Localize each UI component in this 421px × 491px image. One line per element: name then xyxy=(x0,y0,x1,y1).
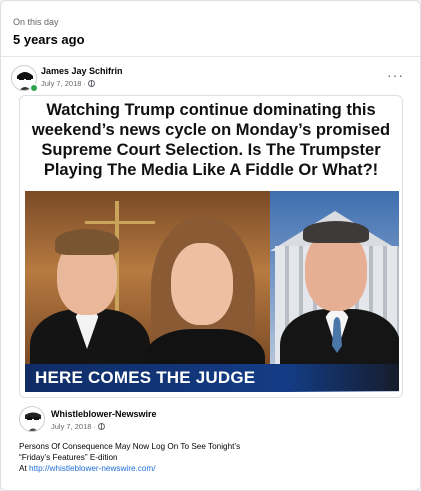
person-3-hair xyxy=(303,221,369,243)
image-banner: HERE COMES THE JUDGE xyxy=(25,364,399,392)
scales-of-justice-icon xyxy=(115,201,119,311)
banner-text: HERE COMES THE JUDGE xyxy=(35,368,256,387)
image-headline: Watching Trump continue dominating this … xyxy=(31,101,391,179)
shared-post-text: Persons Of Consequence May Now Log On To… xyxy=(19,441,399,474)
shared-text-line-3: At http://whistleblower-newswire.com/ xyxy=(19,463,399,474)
meta-separator: · xyxy=(83,79,86,88)
on-this-day-label: On this day xyxy=(13,17,59,27)
shared-author-avatar[interactable] xyxy=(19,406,45,432)
shared-text-line-2: “Friday’s Features” E-dition xyxy=(19,453,118,462)
globe-icon[interactable] xyxy=(87,80,95,87)
years-ago-label: 5 years ago xyxy=(13,32,85,47)
person-3-face xyxy=(305,231,367,311)
post-meta: July 7, 2018 · xyxy=(41,79,95,88)
shared-text-line-1: Persons Of Consequence May Now Log On To… xyxy=(19,442,241,451)
scales-bar xyxy=(85,221,155,224)
shared-meta: July 7, 2018 · xyxy=(51,422,105,431)
image-photo xyxy=(25,191,399,391)
shared-image[interactable]: Watching Trump continue dominating this … xyxy=(19,95,403,398)
shared-author-name[interactable]: Whistleblower-Newswire xyxy=(51,409,157,419)
divider xyxy=(1,56,420,57)
post-header: James Jay Schifrin July 7, 2018 · ··· xyxy=(11,64,410,94)
shared-date[interactable]: July 7, 2018 xyxy=(51,422,91,431)
shared-link-prefix: At xyxy=(19,464,30,473)
shared-meta-separator: · xyxy=(93,422,96,431)
whistle-logo-icon xyxy=(20,407,44,431)
shared-link[interactable]: http://whistleblower-newswire.com/ xyxy=(29,464,156,473)
person-2-face xyxy=(171,243,233,325)
shared-globe-icon[interactable] xyxy=(97,423,105,430)
online-status-dot xyxy=(30,84,38,92)
memory-card: On this day 5 years ago James Jay Schifr… xyxy=(0,0,421,491)
shared-post-header: Whistleblower-Newswire July 7, 2018 · xyxy=(19,406,402,436)
post-author-name[interactable]: James Jay Schifrin xyxy=(41,66,123,76)
person-1-hair xyxy=(55,229,119,255)
more-options-button[interactable]: ··· xyxy=(387,67,404,83)
memory-header: On this day 5 years ago xyxy=(13,17,85,47)
post-date[interactable]: July 7, 2018 xyxy=(41,79,81,88)
